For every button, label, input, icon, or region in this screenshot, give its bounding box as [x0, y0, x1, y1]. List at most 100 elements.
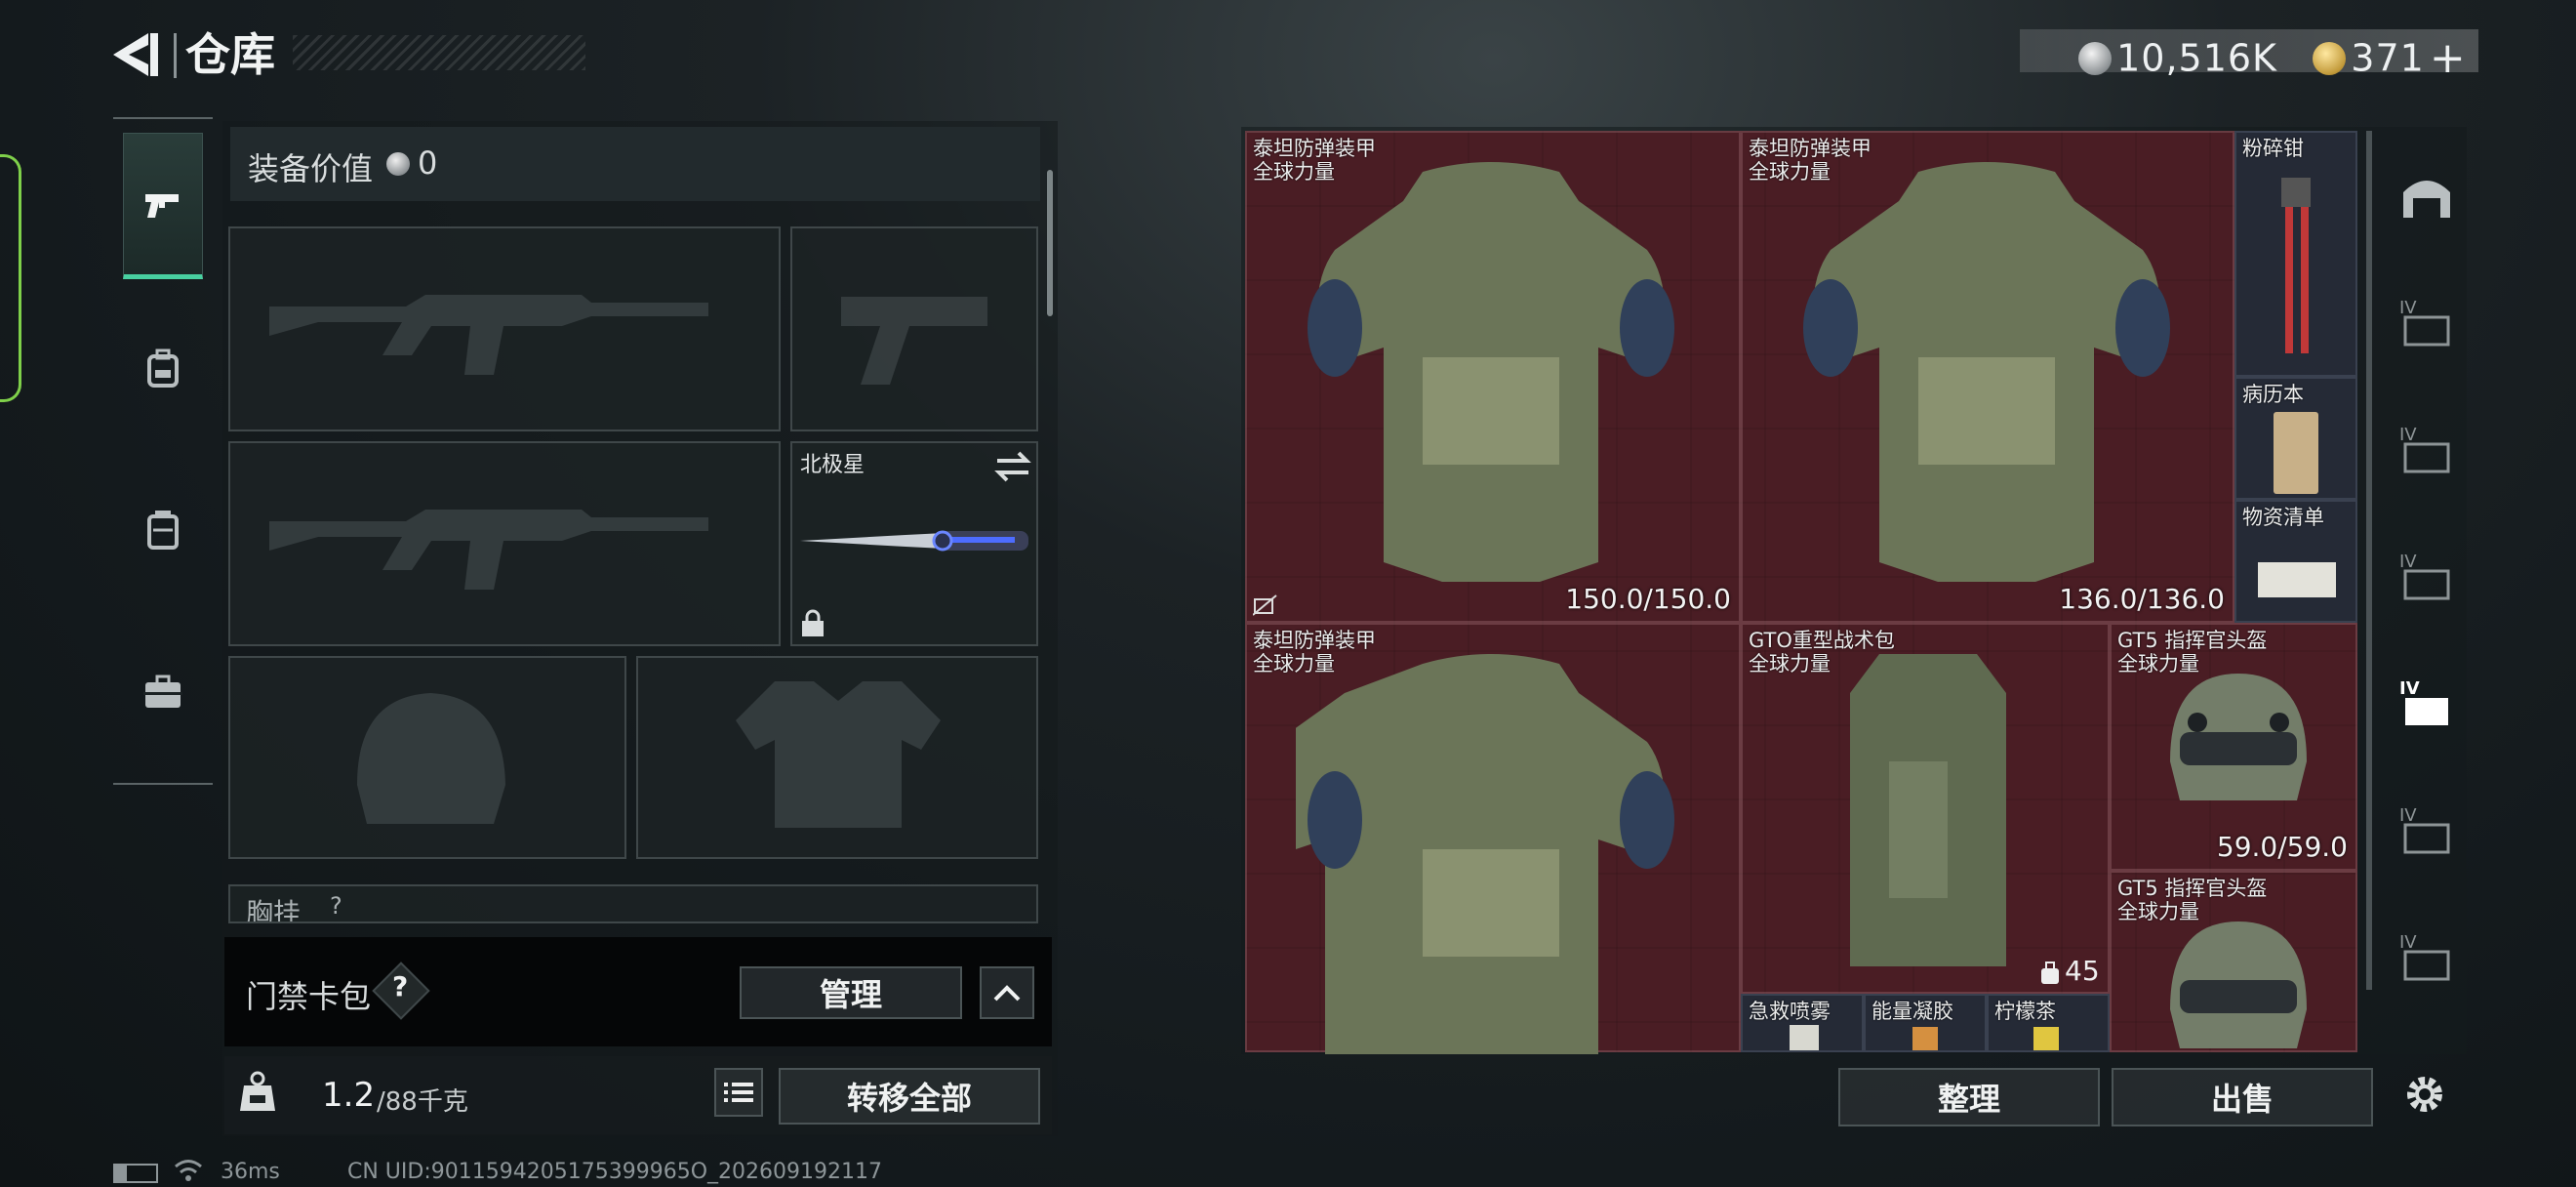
item-name: 急救喷雾	[1749, 1000, 1831, 1023]
grid-item[interactable]: 泰坦防弹装甲 全球力量	[1245, 623, 1741, 1054]
knife-item-icon	[800, 530, 1028, 552]
storage-iv-icon: IV	[2399, 298, 2450, 347]
storage-scrollbar[interactable]	[2366, 131, 2372, 990]
item-name: 物资清单	[2242, 506, 2324, 529]
grid-item[interactable]: 泰坦防弹装甲 全球力量 150.0/150.0	[1245, 131, 1741, 623]
rifle-silhouette-icon	[269, 510, 708, 590]
svg-text:IV: IV	[2399, 678, 2420, 699]
pistol-slot[interactable]	[790, 226, 1038, 431]
svg-text:IV: IV	[2399, 805, 2417, 826]
storage-tab-iv-1[interactable]: IV	[2385, 269, 2469, 377]
capacity-count: 45	[2065, 955, 2100, 987]
notebook-item-icon	[2274, 412, 2318, 494]
help-icon-glyph: ?	[392, 970, 409, 1003]
paper-item-icon	[2258, 562, 2336, 597]
swap-icon[interactable]	[993, 449, 1032, 484]
pliers-item-icon	[2281, 178, 2311, 353]
transfer-all-button[interactable]: 转移全部	[779, 1068, 1040, 1125]
weight-bar: 1.2 /88千克 转移全部	[224, 1056, 1052, 1134]
grid-item[interactable]: 病历本	[2234, 377, 2357, 500]
list-icon	[724, 1083, 753, 1102]
grid-item[interactable]: GT5 指挥官头盔 全球力量	[2110, 871, 2357, 1052]
settings-button[interactable]	[2391, 1060, 2459, 1128]
broken-icon	[1253, 594, 1277, 616]
tab-weapons[interactable]	[123, 133, 203, 279]
storage-iv-icon: IV	[2399, 678, 2448, 725]
storage-tab-iv-active[interactable]: IV	[2385, 650, 2469, 757]
storage-actions: 整理 出售	[1241, 1060, 2467, 1136]
back-button[interactable]	[109, 29, 162, 80]
primary-weapon-slot[interactable]	[228, 226, 781, 431]
storage-iv-icon: IV	[2399, 552, 2450, 600]
category-tabs	[113, 117, 213, 785]
side-drawer-handle[interactable]	[0, 154, 21, 402]
lock-icon	[802, 609, 824, 636]
grid-item[interactable]: 泰坦防弹装甲 全球力量 136.0/136.0	[1741, 131, 2234, 623]
grid-item[interactable]: 柠檬茶	[1987, 994, 2110, 1052]
page-title: 仓库	[185, 28, 275, 81]
sort-button[interactable]: 整理	[1838, 1068, 2100, 1126]
storage-tab-iv-6[interactable]: IV	[2385, 904, 2469, 1011]
svg-text:IV: IV	[2399, 552, 2417, 572]
pistol-silhouette-icon	[841, 297, 987, 385]
rifle-silhouette-icon	[269, 295, 708, 375]
storage-tab-iv-3[interactable]: IV	[2385, 523, 2469, 631]
item-name: 柠檬茶	[1994, 1000, 2056, 1023]
manage-button[interactable]: 管理	[740, 966, 962, 1019]
helmet-silhouette-icon	[357, 693, 505, 824]
collapse-button[interactable]	[980, 966, 1034, 1019]
item-name: 病历本	[2242, 383, 2304, 406]
svg-text:IV: IV	[2399, 932, 2417, 953]
helmet-item-icon	[2170, 674, 2307, 800]
capacity-icon	[2041, 962, 2059, 984]
item-name: 粉碎钳	[2242, 137, 2304, 160]
access-card-bar: 门禁卡包 ? 管理	[224, 937, 1052, 1046]
current-weight: 1.2	[322, 1076, 376, 1115]
storage-tab-iv-5[interactable]: IV	[2385, 777, 2469, 884]
item-subtitle: 全球力量	[1749, 652, 1831, 675]
item-name: GT5 指挥官头盔	[2117, 629, 2268, 652]
grid-item[interactable]: GT5 指挥官头盔 全球力量 59.0/59.0	[2110, 623, 2357, 871]
item-durability: 59.0/59.0	[2216, 831, 2348, 863]
tab-vest[interactable]	[123, 457, 203, 603]
gold-add-button[interactable]: +	[2430, 33, 2467, 83]
user-uid: CN UID:9011594205175399965O_202609192117	[347, 1160, 882, 1184]
title-separator	[174, 33, 177, 78]
access-card-label: 门禁卡包	[246, 978, 372, 1015]
vault-icon	[2403, 181, 2450, 218]
armor-slot[interactable]	[636, 656, 1038, 859]
storage-iv-icon: IV	[2399, 425, 2450, 473]
equipment-value-bar: 装备价值 0	[230, 127, 1040, 201]
tab-case[interactable]	[123, 619, 203, 765]
armor-item-icon	[1803, 162, 2170, 582]
gold-coin-icon	[2313, 41, 2347, 75]
svg-text:IV: IV	[2399, 425, 2417, 445]
storage-tab-iv-2[interactable]: IV	[2385, 396, 2469, 504]
gel-item-icon	[1912, 1027, 1938, 1050]
grid-item[interactable]: 粉碎钳	[2234, 131, 2357, 377]
chest-rig-help-icon[interactable]: ?	[330, 892, 342, 920]
equipment-value-amount: 0	[418, 144, 438, 182]
wifi-icon	[175, 1160, 202, 1181]
item-name: 能量凝胶	[1872, 1000, 1953, 1023]
sell-button[interactable]: 出售	[2112, 1068, 2373, 1126]
weight-icon	[240, 1071, 275, 1111]
list-view-button[interactable]	[714, 1068, 763, 1117]
grid-item[interactable]: 能量凝胶	[1864, 994, 1987, 1052]
helmet-slot[interactable]	[228, 656, 626, 859]
helmet-item-icon	[2170, 921, 2307, 1048]
grid-item[interactable]: 急救喷雾	[1741, 994, 1864, 1052]
grid-item[interactable]: GTO重型战术包 全球力量 45	[1741, 623, 2110, 994]
chest-rig-slot[interactable]: 胸挂 ?	[228, 884, 1038, 923]
vest-icon	[147, 511, 179, 550]
melee-slot[interactable]: 北极星	[790, 441, 1038, 646]
secondary-weapon-slot[interactable]	[228, 441, 781, 646]
chevron-up-icon	[993, 985, 1021, 1002]
chest-rig-label: 胸挂	[246, 897, 302, 923]
grid-item[interactable]: 物资清单	[2234, 500, 2357, 623]
loadout-scrollbar[interactable]	[1047, 170, 1053, 316]
pistol-icon	[145, 194, 179, 218]
tab-backpack[interactable]	[123, 295, 203, 441]
storage-tab-main[interactable]	[2385, 143, 2469, 250]
equipment-value-label: 装备价值	[248, 150, 374, 187]
